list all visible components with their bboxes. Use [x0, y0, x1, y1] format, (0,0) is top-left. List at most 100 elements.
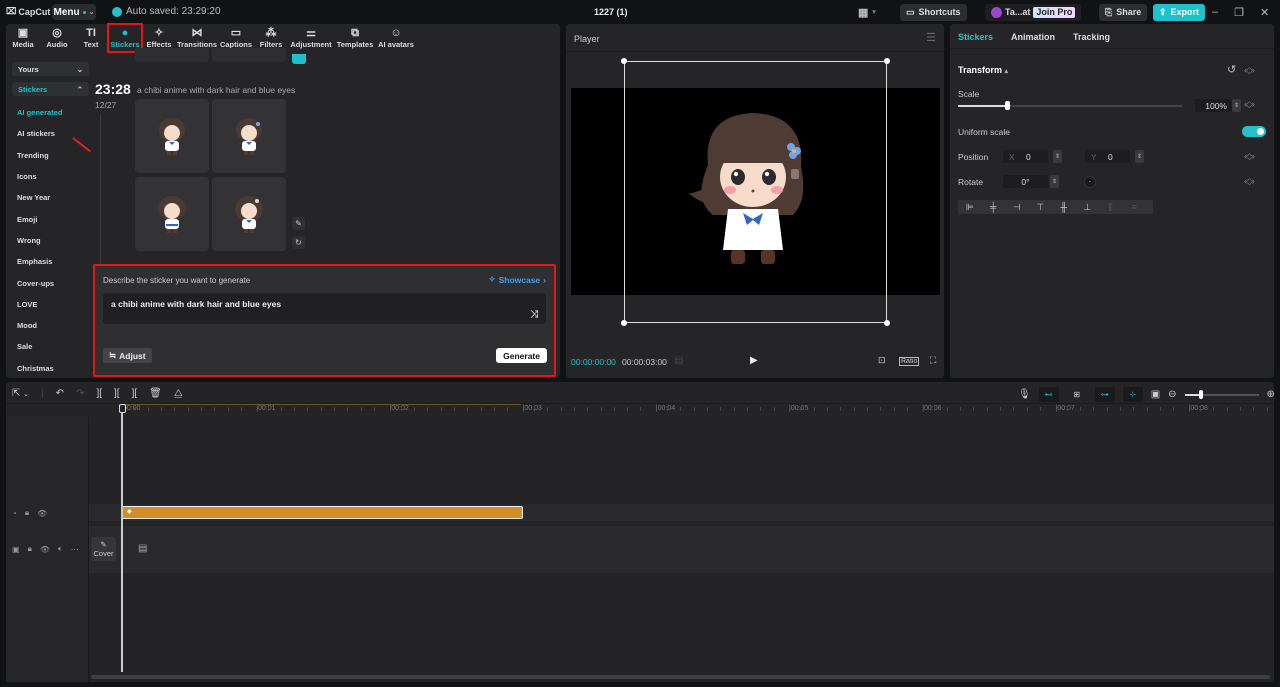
- distribute-h-icon[interactable]: ⫼: [1099, 202, 1123, 213]
- scale-input[interactable]: 100%: [1195, 99, 1233, 112]
- align-top-icon[interactable]: ⊤: [1029, 202, 1053, 213]
- sticker-result[interactable]: [212, 177, 286, 251]
- tab-tracking[interactable]: Tracking: [1073, 32, 1110, 42]
- restore-icon[interactable]: ❐: [1234, 6, 1244, 19]
- sticker-prompt-input[interactable]: a chibi anime with dark hair and blue ey…: [103, 293, 546, 324]
- keyframe-icon[interactable]: ‹◇›: [1244, 176, 1255, 187]
- export-button[interactable]: ⇪ Export: [1153, 3, 1206, 21]
- tab-templates[interactable]: ⧉ Templates: [334, 24, 376, 52]
- cover-button[interactable]: ✎ Cover: [91, 537, 116, 561]
- mirror-icon[interactable]: ⧋: [174, 388, 183, 399]
- keyframe-icon[interactable]: ‹◇›: [1244, 65, 1255, 76]
- sticker-result[interactable]: [135, 177, 209, 251]
- delete-icon[interactable]: 🗑︎: [149, 388, 162, 399]
- distribute-v-icon[interactable]: ≡: [1123, 202, 1147, 212]
- sidebar-item-ai-generated[interactable]: AI generated: [12, 102, 89, 123]
- timeline-ruler[interactable]: 00:00 |00:01 |00:02 |00:03 |00:04 |00:05 |00:0…: [121, 403, 1280, 417]
- position-x-stepper[interactable]: ⇕: [1053, 150, 1062, 163]
- scale-slider[interactable]: [958, 105, 1182, 107]
- tab-audio[interactable]: ◎ Audio: [40, 24, 74, 52]
- sidebar-item-wrong[interactable]: Wrong: [12, 230, 89, 251]
- sidebar-item-icons[interactable]: Icons: [12, 166, 89, 187]
- align-right-icon[interactable]: ⊣: [1005, 202, 1029, 213]
- playhead-handle[interactable]: [119, 404, 126, 413]
- tab-adjustment[interactable]: ⚌ Adjustment: [288, 24, 334, 52]
- align-left-icon[interactable]: ⊫: [958, 202, 982, 213]
- sticker-clip[interactable]: ◆: [121, 506, 523, 519]
- reset-icon[interactable]: ↺: [1227, 63, 1236, 76]
- tab-media[interactable]: ▣ Media: [6, 24, 40, 52]
- mute-icon[interactable]: 🔈︎: [58, 544, 63, 554]
- yours-dropdown[interactable]: Yours ⌄: [12, 62, 89, 76]
- lock-icon[interactable]: 🔒︎: [28, 544, 32, 554]
- sidebar-item-cover-ups[interactable]: Cover-ups: [12, 272, 89, 293]
- position-x-input[interactable]: X0: [1003, 150, 1048, 163]
- previous-sticker-thumb[interactable]: [212, 48, 286, 62]
- undo-icon[interactable]: ↶: [56, 388, 64, 399]
- previous-sticker-thumb[interactable]: [135, 48, 209, 62]
- showcase-link[interactable]: ✧ Showcase ›: [488, 274, 546, 285]
- sidebar-item-love[interactable]: LOVE: [12, 294, 89, 315]
- resize-handle[interactable]: [884, 58, 890, 64]
- close-icon[interactable]: ✕: [1260, 6, 1269, 19]
- ratio-button[interactable]: Ratio: [899, 357, 920, 366]
- rotate-stepper[interactable]: ⇕: [1050, 175, 1059, 188]
- stickers-dropdown[interactable]: Stickers ⌃: [12, 82, 89, 96]
- sidebar-item-trending[interactable]: Trending: [12, 145, 89, 166]
- align-center-h-icon[interactable]: ╪: [982, 202, 1006, 212]
- sidebar-item-mood[interactable]: Mood: [12, 315, 89, 336]
- rotate-input[interactable]: 0°: [1003, 175, 1048, 188]
- linkage-button[interactable]: ⊶: [1094, 387, 1115, 402]
- account-button[interactable]: Ta...at Join Pro: [985, 3, 1082, 21]
- scale-stepper[interactable]: ⇕: [1232, 99, 1241, 112]
- zoom-in-icon[interactable]: ⊕: [1267, 389, 1275, 400]
- minimize-icon[interactable]: –: [1212, 6, 1218, 18]
- sidebar-item-new-year[interactable]: New Year: [12, 187, 89, 208]
- split-left-icon[interactable]: ][: [114, 388, 120, 399]
- sidebar-item-sale[interactable]: Sale: [12, 336, 89, 357]
- eye-icon[interactable]: 👁︎: [40, 545, 50, 554]
- keyframe-icon[interactable]: ‹◇›: [1244, 151, 1255, 162]
- menu-button[interactable]: Menu ⌄: [52, 4, 96, 20]
- resize-handle[interactable]: [621, 58, 627, 64]
- split-right-icon[interactable]: ][: [132, 388, 138, 399]
- position-y-input[interactable]: Y0: [1085, 150, 1130, 163]
- scale-slider-handle[interactable]: [1005, 101, 1011, 110]
- resize-handle[interactable]: [621, 320, 627, 326]
- zoom-slider-handle[interactable]: [1198, 389, 1203, 399]
- position-y-stepper[interactable]: ⇕: [1135, 150, 1144, 163]
- zoom-out-icon[interactable]: ⊖: [1168, 389, 1176, 400]
- split-icon[interactable]: ][: [96, 388, 102, 399]
- align-bottom-icon[interactable]: ⊥: [1076, 202, 1100, 213]
- shuffle-icon[interactable]: ⤨: [530, 309, 538, 320]
- horizontal-scrollbar[interactable]: [91, 675, 1270, 679]
- preview-axis-button[interactable]: ⊹: [1122, 387, 1143, 402]
- rotate-dial[interactable]: -: [1084, 176, 1096, 188]
- layout-button[interactable]: ▦ ▾: [858, 4, 876, 20]
- join-pro-badge[interactable]: Join Pro: [1033, 6, 1076, 18]
- align-middle-v-icon[interactable]: ╫: [1052, 202, 1076, 212]
- transform-section[interactable]: Transform ▴: [958, 65, 1008, 75]
- more-icon[interactable]: ⋯: [71, 545, 79, 554]
- lock-icon[interactable]: 🔒︎: [25, 508, 29, 518]
- shortcuts-button[interactable]: ▭ Shortcuts: [900, 3, 967, 21]
- sticker-result[interactable]: [135, 99, 209, 173]
- selection-bounding-box[interactable]: [621, 58, 890, 326]
- zoom-fit-icon[interactable]: ⊡: [878, 355, 886, 366]
- redo-icon[interactable]: ↷: [76, 388, 84, 399]
- tab-stickers-props[interactable]: Stickers: [958, 32, 993, 42]
- tab-animation[interactable]: Animation: [1011, 32, 1055, 42]
- play-button[interactable]: ▶: [750, 355, 758, 366]
- playhead[interactable]: [121, 404, 123, 672]
- thumbnail-icon[interactable]: ▣: [1151, 389, 1160, 400]
- fullscreen-icon[interactable]: ⛶: [930, 355, 936, 366]
- auto-snap-button[interactable]: ⊞: [1067, 387, 1087, 402]
- keyframe-icon[interactable]: ‹◇›: [1244, 99, 1255, 110]
- main-track-magnet-button[interactable]: ⊷: [1038, 387, 1059, 402]
- microphone-icon[interactable]: 🎙︎: [1018, 389, 1031, 400]
- regenerate-icon[interactable]: ↻: [292, 236, 305, 249]
- eye-icon[interactable]: 👁︎: [37, 509, 47, 518]
- select-tool-icon[interactable]: ⇱ ⌄: [12, 388, 29, 399]
- sticker-result[interactable]: [212, 99, 286, 173]
- generate-button[interactable]: Generate: [496, 348, 547, 363]
